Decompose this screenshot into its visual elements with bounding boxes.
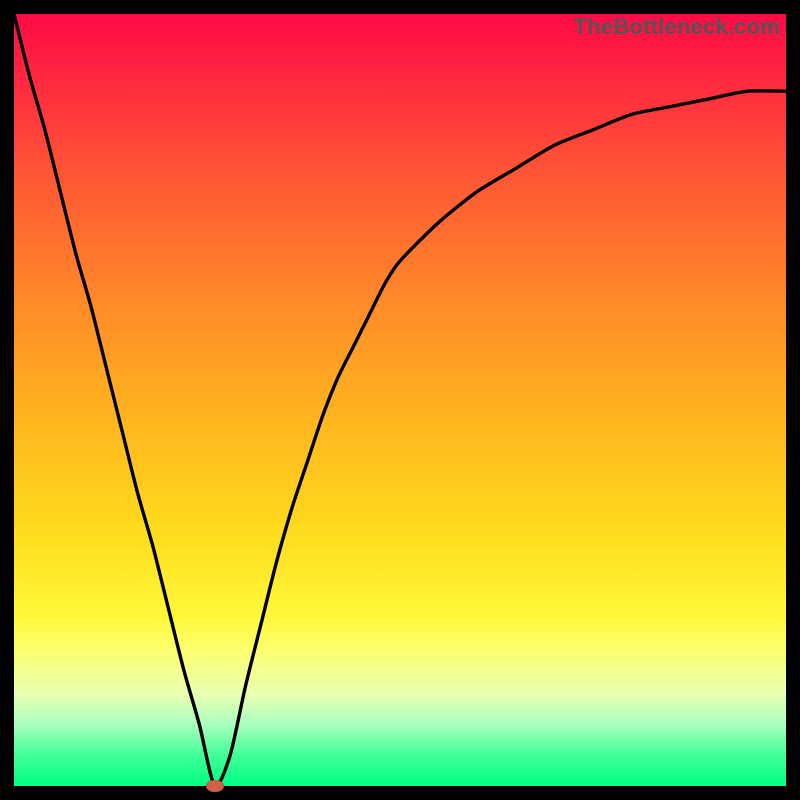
chart-line	[14, 14, 786, 786]
chart-plot-area: TheBottleneck.com	[14, 14, 786, 786]
chart-marker-icon	[206, 780, 224, 792]
chart-frame: TheBottleneck.com	[0, 0, 800, 800]
